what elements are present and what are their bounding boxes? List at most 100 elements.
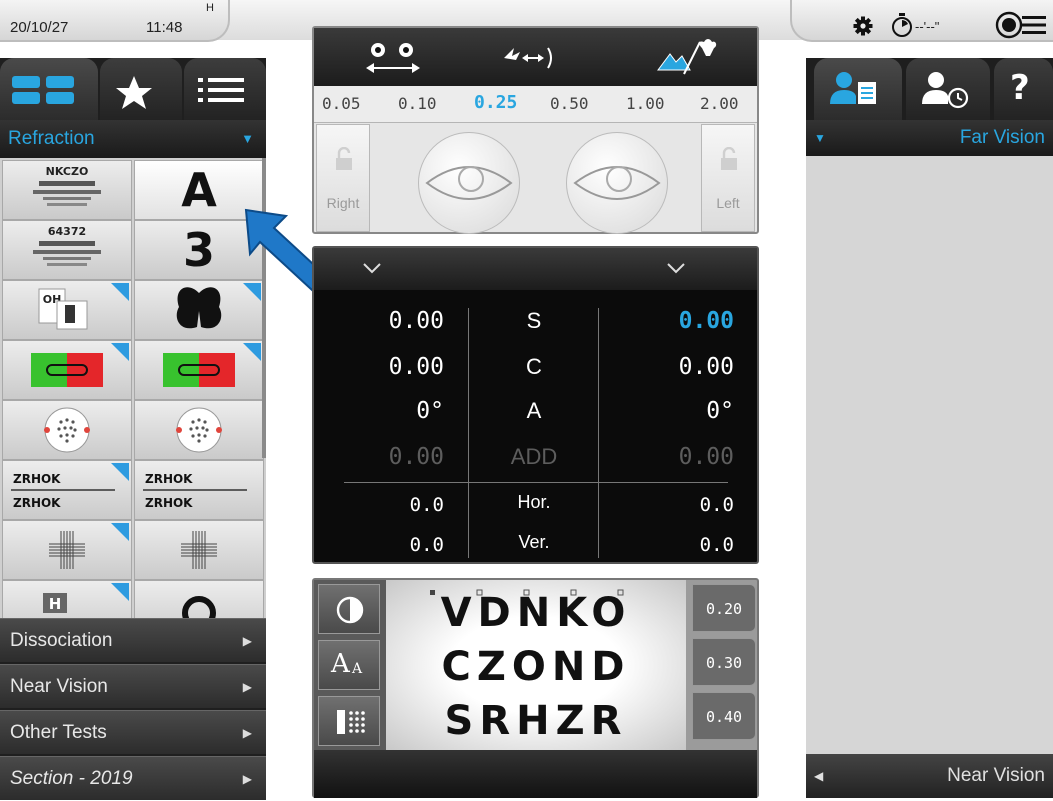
menu-item-dissociation[interactable]: Dissociation ▶ bbox=[0, 618, 266, 662]
font-size-icon: A bbox=[331, 649, 350, 679]
right-horizontal-prism-value[interactable]: 0.0 bbox=[324, 494, 444, 516]
tab-help[interactable]: ? bbox=[994, 58, 1053, 120]
column-divider bbox=[468, 308, 469, 558]
left-cylinder-value[interactable]: 0.00 bbox=[614, 354, 734, 380]
contrast-button[interactable] bbox=[318, 584, 380, 634]
right-panel: ? ▼ Far Vision ◀ Near Vision bbox=[806, 58, 1053, 798]
font-size-small-icon: A bbox=[352, 661, 363, 677]
test-dot-circle-left[interactable] bbox=[2, 400, 132, 460]
tab-favorites[interactable] bbox=[100, 58, 182, 120]
stopwatch-icon[interactable] bbox=[890, 12, 914, 38]
chevron-down-icon[interactable] bbox=[362, 262, 382, 276]
acuity-0-50[interactable]: 0.50 bbox=[550, 94, 589, 113]
test-zrhok-right[interactable]: ZRHOK ZRHOK bbox=[134, 460, 264, 520]
chart-row-2[interactable]: CZOND bbox=[386, 644, 686, 690]
right-occluder-button[interactable]: Right bbox=[316, 124, 370, 232]
arrow-right-icon: ▶ bbox=[242, 680, 252, 694]
eye-panel: 0.05 0.10 0.25 0.50 1.00 2.00 Right Left bbox=[312, 26, 759, 234]
category-dropdown[interactable]: Refraction ▼ bbox=[0, 120, 266, 158]
left-axis-value[interactable]: 0° bbox=[614, 398, 734, 424]
chevron-down-icon[interactable] bbox=[666, 262, 686, 276]
tab-patient-record[interactable] bbox=[814, 58, 902, 120]
near-vision-label: Near Vision bbox=[947, 765, 1045, 786]
test-cross-grid-right[interactable] bbox=[134, 520, 264, 580]
row-acuity-0-20[interactable]: 0.20 bbox=[692, 584, 756, 632]
left-vertical-prism-value[interactable]: 0.0 bbox=[614, 534, 734, 556]
acuity-0-05[interactable]: 0.05 bbox=[322, 94, 361, 113]
test-text: 64372 bbox=[48, 225, 86, 238]
chart-row-1[interactable]: VDNKO bbox=[386, 590, 686, 636]
add-label: ADD bbox=[510, 444, 558, 469]
left-horizontal-prism-value[interactable]: 0.0 bbox=[614, 494, 734, 516]
right-vertical-prism-value[interactable]: 0.0 bbox=[324, 534, 444, 556]
far-vision-label: Far Vision bbox=[959, 127, 1045, 148]
right-sphere-value[interactable]: 0.00 bbox=[324, 308, 444, 334]
row-acuity-0-30[interactable]: 0.30 bbox=[692, 638, 756, 686]
binocular-icon[interactable] bbox=[360, 38, 426, 78]
help-icon: ? bbox=[1010, 68, 1030, 108]
pupil-distance-icon[interactable] bbox=[500, 42, 562, 74]
arrow-right-icon: ▶ bbox=[242, 634, 252, 648]
row-acuity-0-40[interactable]: 0.40 bbox=[692, 692, 756, 740]
left-panel: Refraction ▼ NKCZO A 64372 3 OH ZRHOK ZR… bbox=[0, 58, 266, 800]
left-eye-button[interactable] bbox=[566, 132, 668, 234]
menu-item-section-2019[interactable]: Section - 2019 ▶ bbox=[0, 756, 266, 800]
acuity-scale: 0.05 0.10 0.25 0.50 1.00 2.00 bbox=[314, 86, 757, 123]
gear-icon[interactable] bbox=[852, 15, 874, 37]
chart-controls: A A bbox=[314, 580, 386, 750]
test-zrhok-left[interactable]: ZRHOK ZRHOK bbox=[2, 460, 132, 520]
tab-patient-history[interactable] bbox=[906, 58, 990, 120]
cross-grid-icon bbox=[49, 523, 129, 569]
far-near-mode-icon[interactable] bbox=[654, 38, 718, 78]
grid-icon bbox=[12, 76, 74, 104]
tab-list[interactable] bbox=[184, 58, 266, 120]
test-letter-chart[interactable]: NKCZO bbox=[2, 160, 132, 220]
menu-item-other-tests[interactable]: Other Tests ▶ bbox=[0, 710, 266, 754]
test-oh-chart[interactable]: OH bbox=[2, 280, 132, 340]
far-vision-header[interactable]: ▼ Far Vision bbox=[806, 120, 1053, 156]
chart-display: VDNKO CZOND SRHZR bbox=[386, 580, 686, 750]
chart-row-3[interactable]: SRHZR bbox=[386, 698, 686, 744]
right-eye-button[interactable] bbox=[418, 132, 520, 234]
acuity-1-00[interactable]: 1.00 bbox=[626, 94, 665, 113]
test-red-green-left[interactable] bbox=[2, 340, 132, 400]
category-label: Refraction bbox=[8, 128, 95, 149]
marker-label: H bbox=[206, 2, 214, 14]
acuity-2-00[interactable]: 2.00 bbox=[700, 94, 739, 113]
test-text: ZRHOK bbox=[145, 496, 193, 510]
unlock-icon bbox=[721, 147, 737, 170]
acuity-0-25-selected[interactable]: 0.25 bbox=[474, 92, 517, 113]
test-red-green-right[interactable] bbox=[134, 340, 264, 400]
unlock-icon bbox=[336, 147, 352, 170]
acuity-0-10[interactable]: 0.10 bbox=[398, 94, 437, 113]
star-icon bbox=[116, 76, 152, 109]
dropdown-arrow-icon: ▼ bbox=[241, 131, 254, 146]
list-icon bbox=[198, 78, 244, 102]
arrow-right-icon: ▶ bbox=[242, 772, 252, 786]
test-h-chart[interactable]: H bbox=[2, 580, 132, 618]
menu-item-near-vision[interactable]: Near Vision ▶ bbox=[0, 664, 266, 708]
display-menu-icon[interactable] bbox=[994, 10, 1050, 40]
test-dot-circle-right[interactable] bbox=[134, 400, 264, 460]
test-text: H bbox=[49, 595, 62, 613]
contrast-icon bbox=[336, 596, 364, 624]
right-cylinder-value[interactable]: 0.00 bbox=[324, 354, 444, 380]
left-occluder-button[interactable]: Left bbox=[701, 124, 755, 232]
letter-markers bbox=[402, 582, 672, 596]
tab-tests-grid[interactable] bbox=[0, 58, 98, 120]
column-divider bbox=[598, 308, 599, 558]
test-number-chart[interactable]: 64372 bbox=[2, 220, 132, 280]
left-add-value[interactable]: 0.00 bbox=[614, 444, 734, 470]
menu-item-label: Dissociation bbox=[10, 630, 113, 651]
mask-button[interactable] bbox=[318, 696, 380, 746]
date-label: 20/10/27 bbox=[10, 19, 69, 36]
test-cross-grid-left[interactable] bbox=[2, 520, 132, 580]
right-axis-value[interactable]: 0° bbox=[324, 398, 444, 424]
left-sphere-value[interactable]: 0.00 bbox=[614, 308, 734, 334]
menu-item-label: Near Vision bbox=[10, 676, 108, 697]
near-vision-footer[interactable]: ◀ Near Vision bbox=[806, 754, 1053, 798]
test-ring[interactable] bbox=[134, 580, 264, 618]
font-size-button[interactable]: A A bbox=[318, 640, 380, 690]
right-add-value[interactable]: 0.00 bbox=[324, 444, 444, 470]
menu-item-label: Section - 2019 bbox=[10, 768, 133, 789]
